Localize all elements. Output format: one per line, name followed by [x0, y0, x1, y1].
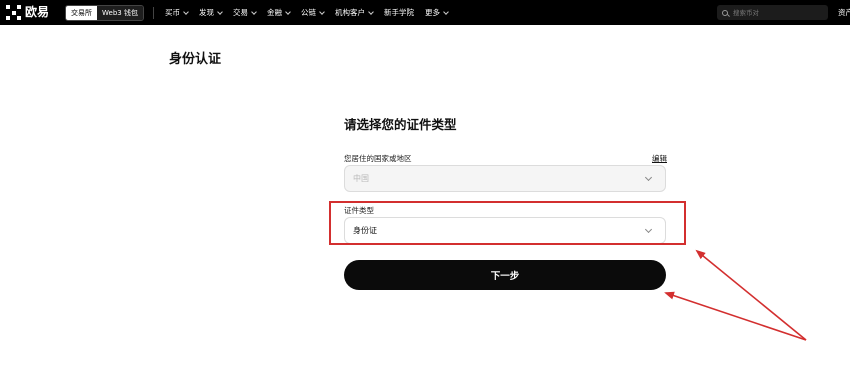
annotation-arrow-to-button	[664, 291, 807, 341]
annotation-arrow-to-select	[695, 249, 807, 341]
annotation-arrows	[664, 249, 807, 341]
